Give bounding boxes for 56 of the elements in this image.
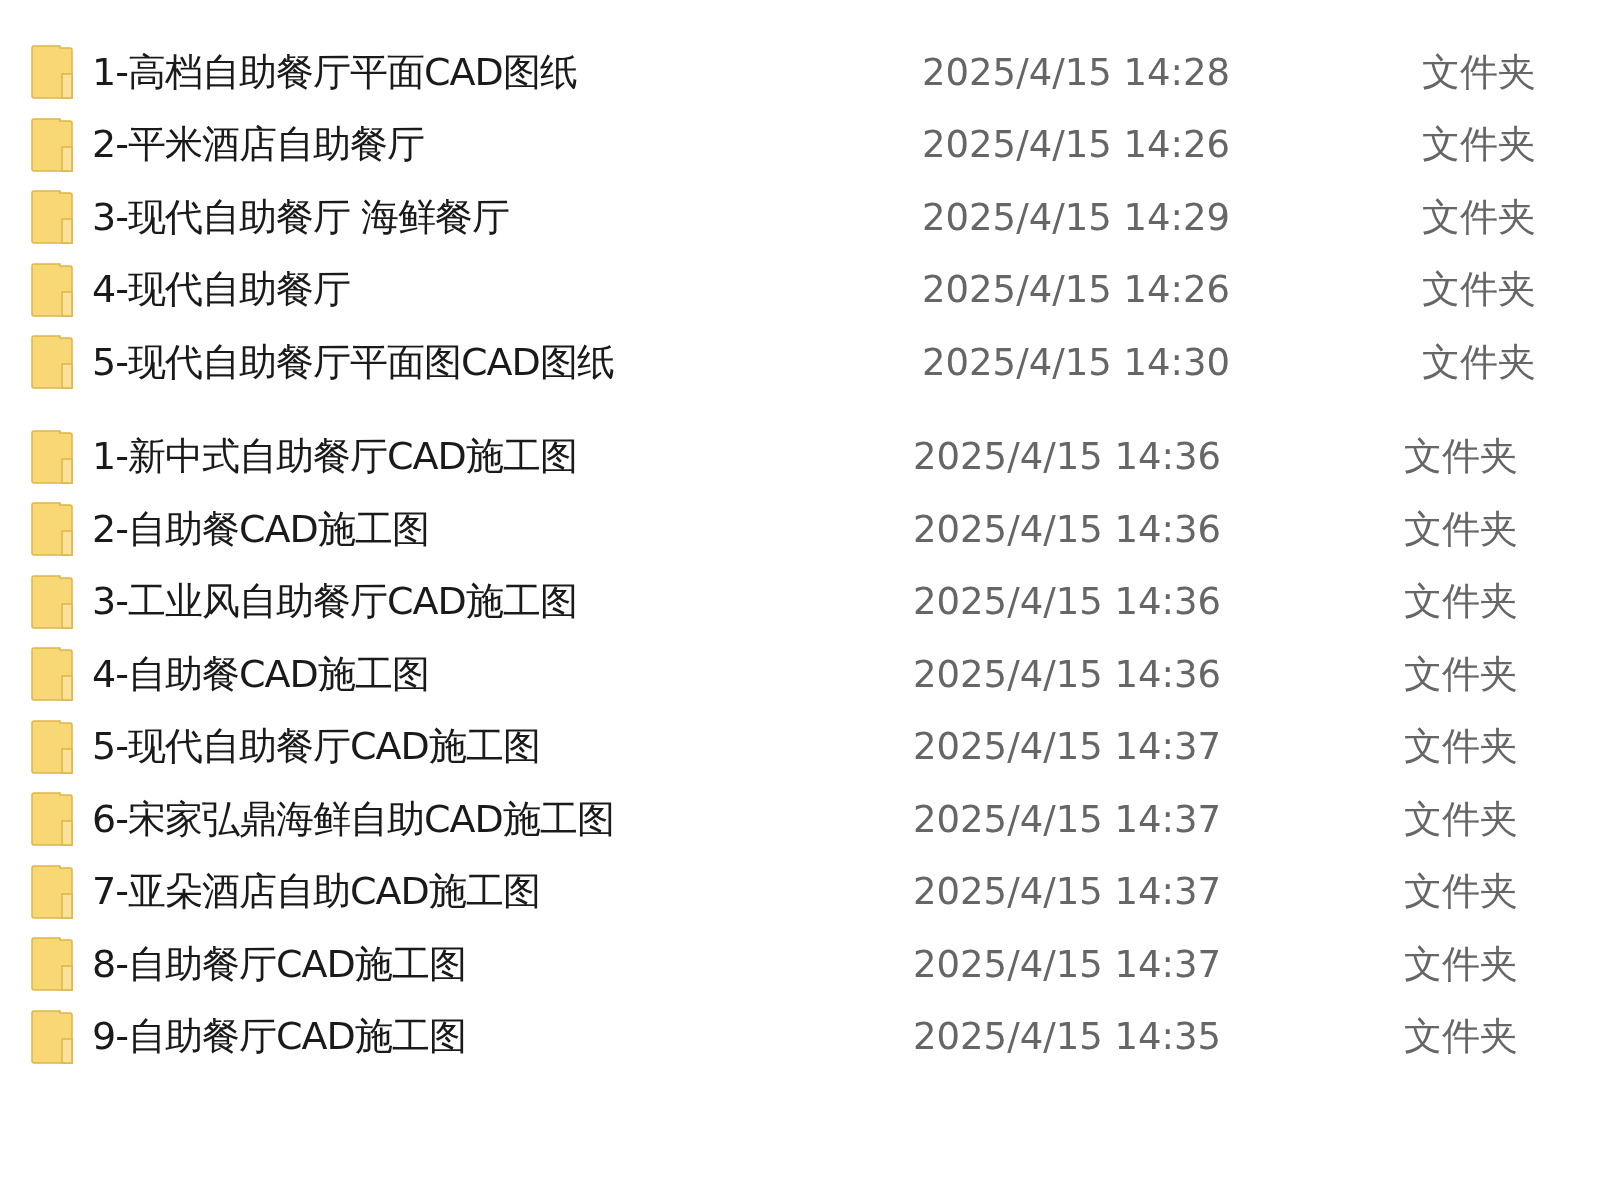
file-type: 文件夹	[1404, 795, 1519, 843]
folder-name[interactable]: 5-现代自助餐厅平面图CAD图纸	[92, 336, 922, 388]
file-type: 文件夹	[1404, 723, 1519, 771]
folder-name[interactable]: 8-自助餐厅CAD施工图	[92, 938, 913, 990]
modified-date: 2025/4/15 14:36	[913, 435, 1223, 479]
modified-date: 2025/4/15 14:36	[913, 507, 1223, 551]
modified-date: 2025/4/15 14:29	[922, 195, 1232, 239]
modified-date: 2025/4/15 14:37	[913, 870, 1223, 914]
folder-name[interactable]: 3-工业风自助餐厅CAD施工图	[92, 576, 913, 628]
file-type: 文件夹	[1422, 338, 1537, 386]
modified-date: 2025/4/15 14:30	[922, 340, 1232, 384]
folder-name[interactable]: 3-现代自助餐厅 海鲜餐厅	[92, 191, 922, 243]
modified-date: 2025/4/15 14:28	[922, 50, 1232, 94]
folder-name[interactable]: 2-自助餐CAD施工图	[92, 503, 913, 555]
modified-date: 2025/4/15 14:26	[922, 268, 1232, 312]
file-type: 文件夹	[1422, 48, 1537, 96]
file-type: 文件夹	[1404, 433, 1519, 481]
file-type: 文件夹	[1422, 193, 1537, 241]
folder-name[interactable]: 4-现代自助餐厅	[92, 264, 922, 316]
folder-name[interactable]: 1-新中式自助餐厅CAD施工图	[92, 431, 913, 483]
modified-date: 2025/4/15 14:36	[913, 580, 1223, 624]
file-type: 文件夹	[1422, 266, 1537, 314]
folder-name[interactable]: 2-平米酒店自助餐厅	[92, 119, 922, 171]
modified-date: 2025/4/15 14:37	[913, 725, 1223, 769]
folder-icon	[30, 646, 74, 703]
folder-name[interactable]: 1-高档自助餐厅平面CAD图纸	[92, 46, 922, 98]
file-type: 文件夹	[1404, 940, 1519, 988]
folder-icon	[30, 334, 74, 391]
modified-date: 2025/4/15 14:37	[913, 797, 1223, 841]
file-type: 文件夹	[1404, 650, 1519, 698]
folder-icon	[30, 261, 74, 318]
file-type: 文件夹	[1404, 1013, 1519, 1061]
folder-icon	[30, 501, 74, 558]
folder-icon	[30, 44, 74, 101]
modified-date: 2025/4/15 14:37	[913, 942, 1223, 986]
folder-name[interactable]: 5-现代自助餐厅CAD施工图	[92, 721, 913, 773]
folder-name[interactable]: 6-宋家弘鼎海鲜自助CAD施工图	[92, 793, 913, 845]
folder-icon	[30, 573, 74, 630]
folder-icon	[30, 116, 74, 173]
file-type: 文件夹	[1404, 868, 1519, 916]
folder-icon	[30, 791, 74, 848]
folder-icon	[30, 863, 74, 920]
folder-icon	[30, 428, 74, 485]
file-type: 文件夹	[1422, 121, 1537, 169]
file-type: 文件夹	[1404, 578, 1519, 626]
folder-icon	[30, 936, 74, 993]
modified-date: 2025/4/15 14:26	[922, 123, 1232, 167]
folder-name[interactable]: 7-亚朵酒店自助CAD施工图	[92, 866, 913, 918]
folder-icon	[30, 189, 74, 246]
modified-date: 2025/4/15 14:35	[913, 1015, 1223, 1059]
folder-icon	[30, 718, 74, 775]
folder-icon	[30, 1008, 74, 1065]
file-type: 文件夹	[1404, 505, 1519, 553]
folder-name[interactable]: 9-自助餐厅CAD施工图	[92, 1011, 913, 1063]
folder-name[interactable]: 4-自助餐CAD施工图	[92, 648, 913, 700]
modified-date: 2025/4/15 14:36	[913, 652, 1223, 696]
